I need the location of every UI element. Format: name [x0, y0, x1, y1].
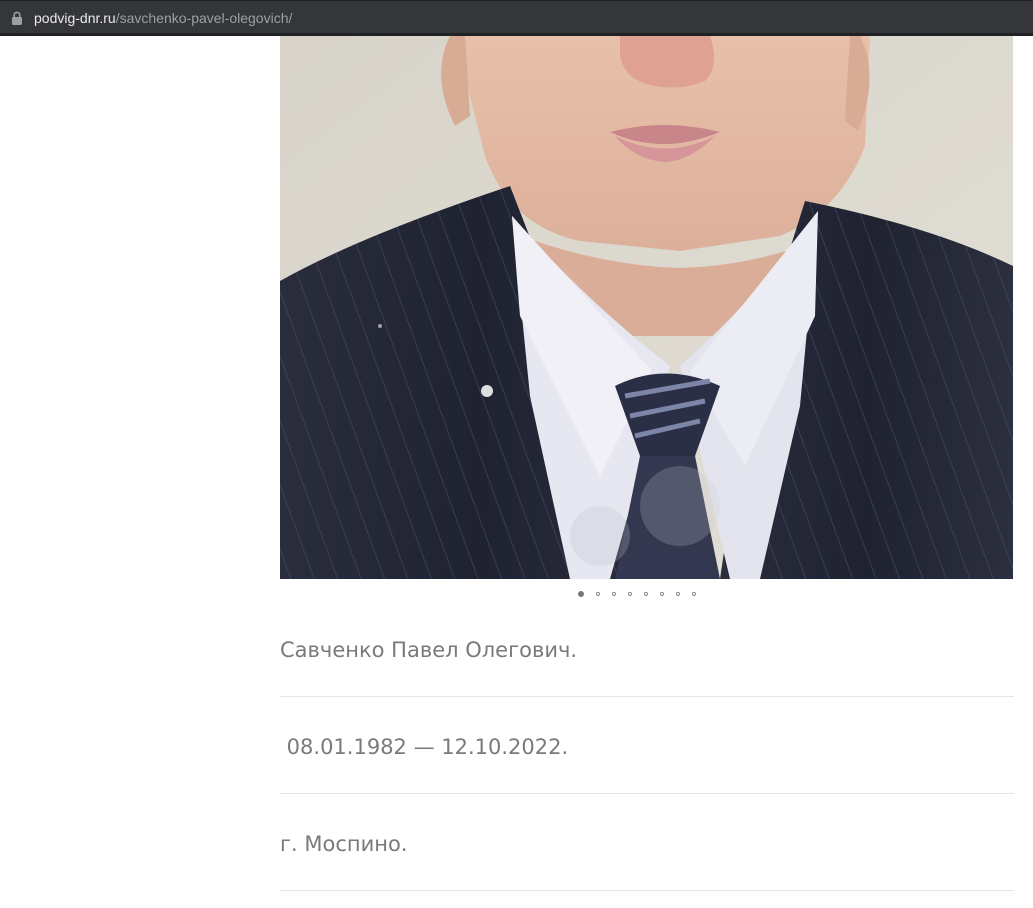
person-name-row: Савченко Павел Олегович.	[280, 636, 1014, 664]
lock-icon[interactable]	[11, 11, 23, 25]
portrait-photo-image	[280, 36, 1013, 579]
divider	[280, 793, 1014, 794]
browser-toolbar: podvig-dnr.ru/savchenko-pavel-olegovich/	[0, 0, 1033, 36]
divider	[280, 696, 1014, 697]
address-bar[interactable]: podvig-dnr.ru/savchenko-pavel-olegovich/	[0, 1, 1033, 33]
url-domain: podvig-dnr.ru	[34, 10, 116, 26]
person-place-row: г. Моспино.	[280, 830, 1014, 858]
gallery-dot-7[interactable]	[676, 592, 680, 596]
gallery-dot-4[interactable]	[628, 592, 632, 596]
url-text[interactable]: podvig-dnr.ru/savchenko-pavel-olegovich/	[34, 9, 292, 27]
gallery-dot-2[interactable]	[596, 592, 600, 596]
person-name: Савченко Павел Олегович.	[280, 638, 578, 662]
person-dates: 08.01.1982 — 12.10.2022.	[280, 735, 569, 759]
person-dates-row: 08.01.1982 — 12.10.2022.	[280, 733, 1014, 761]
gallery-dot-6[interactable]	[660, 592, 664, 596]
divider	[280, 890, 1014, 891]
portrait-photo[interactable]	[280, 36, 1013, 579]
gallery-dot-5[interactable]	[644, 592, 648, 596]
url-path: /savchenko-pavel-olegovich/	[115, 10, 293, 26]
gallery-pagination	[578, 588, 708, 600]
gallery-dot-8[interactable]	[692, 592, 696, 596]
person-place: г. Моспино.	[280, 832, 408, 856]
gallery-dot-1[interactable]	[578, 591, 584, 597]
gallery-dot-3[interactable]	[612, 592, 616, 596]
